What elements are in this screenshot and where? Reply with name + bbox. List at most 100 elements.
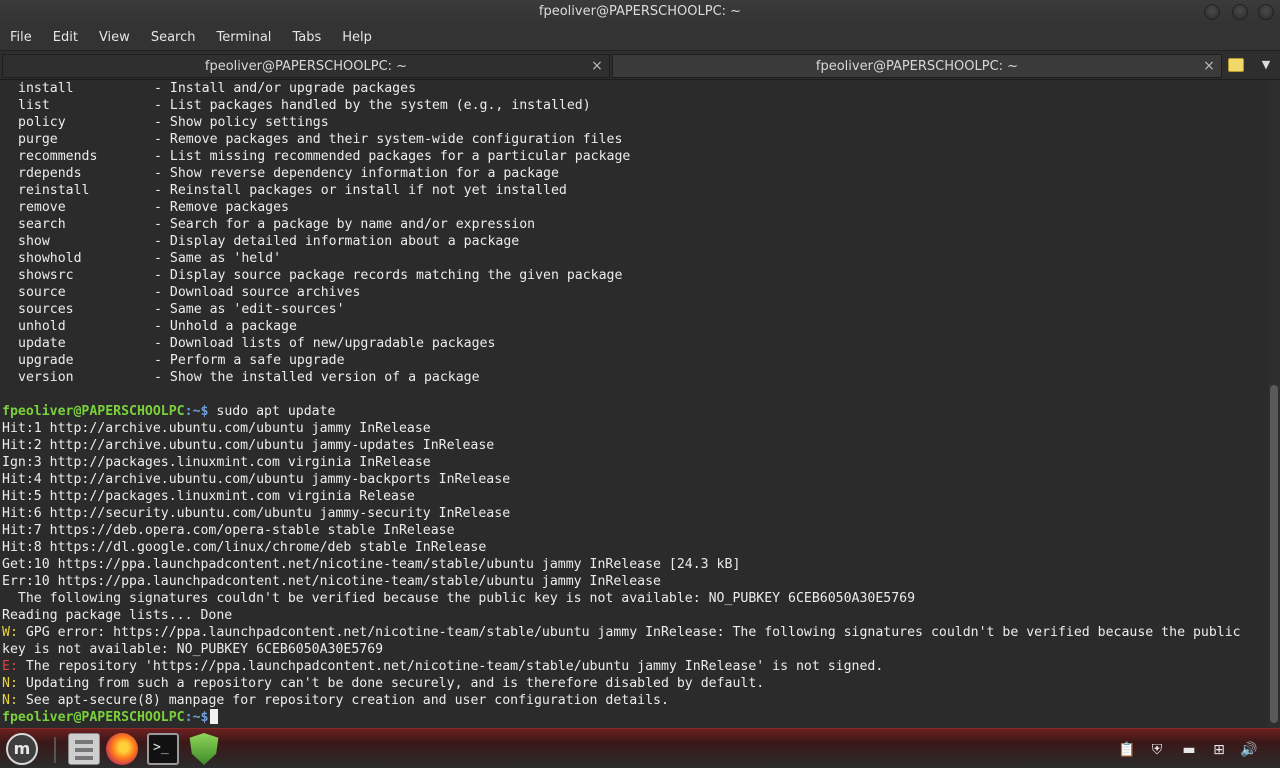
terminal-icon[interactable]: >_	[147, 733, 179, 765]
output-line: The following signatures couldn't be ver…	[2, 591, 916, 606]
cmd-name: showsrc	[18, 268, 74, 283]
error-line: E: The repository 'https://ppa.launchpad…	[2, 658, 883, 675]
tab-list-dropdown-icon[interactable]: ▼	[1258, 58, 1274, 74]
cmd-desc: - Show reverse dependency information fo…	[154, 166, 559, 181]
warning-line: W: GPG error: https://ppa.launchpadconte…	[2, 624, 1241, 641]
terminal-scrollbar[interactable]	[1268, 80, 1280, 728]
cmd-desc: - List missing recommended packages for …	[154, 149, 631, 164]
cmd-desc: - Same as 'edit-sources'	[154, 302, 345, 317]
cmd-desc: - Download lists of new/upgradable packa…	[154, 336, 496, 351]
menu-file[interactable]: File	[10, 30, 32, 45]
tab-close-icon[interactable]: ×	[1201, 58, 1217, 74]
keyboard-icon[interactable]: ▬	[1180, 741, 1198, 759]
output-line: Hit:1 http://archive.ubuntu.com/ubuntu j…	[2, 421, 431, 436]
tab-close-icon[interactable]: ×	[589, 58, 605, 74]
notice-text: See apt-secure(8) manpage for repository…	[17, 693, 669, 708]
output-line: Hit:6 http://security.ubuntu.com/ubuntu …	[2, 506, 511, 521]
tab-label: fpeoliver@PAPERSCHOOLPC: ~	[815, 58, 1019, 74]
volume-icon[interactable]: 🔊	[1240, 741, 1258, 759]
cmd-desc: - Search for a package by name and/or ex…	[154, 217, 536, 232]
notice-text: Updating from such a repository can't be…	[17, 676, 765, 691]
cmd-name: source	[18, 285, 66, 300]
cmd-desc: - Reinstall packages or install if not y…	[154, 183, 567, 198]
output-line: Hit:7 https://deb.opera.com/opera-stable…	[2, 523, 455, 538]
cmd-desc: - Show the installed version of a packag…	[154, 370, 480, 385]
window-titlebar[interactable]: fpeoliver@PAPERSCHOOLPC: ~	[0, 0, 1280, 24]
cmd-name: list	[18, 98, 50, 113]
update-manager-shield-icon[interactable]	[189, 733, 219, 765]
prompt-path: :~$	[184, 710, 209, 725]
linux-mint-menu-icon[interactable]: m	[6, 733, 38, 765]
window-title: fpeoliver@PAPERSCHOOLPC: ~	[538, 4, 742, 19]
cmd-name: recommends	[18, 149, 98, 164]
cmd-desc: - Install and/or upgrade packages	[154, 81, 417, 96]
firefox-icon[interactable]	[106, 733, 138, 765]
cmd-desc: - Remove packages and their system-wide …	[154, 132, 623, 147]
maximize-button[interactable]	[1232, 4, 1248, 20]
cmd-desc: - Show policy settings	[154, 115, 329, 130]
output-line: Hit:8 https://dl.google.com/linux/chrome…	[2, 540, 487, 555]
cmd-name: purge	[18, 132, 58, 147]
cmd-name: sources	[18, 302, 74, 317]
cmd-name: version	[18, 370, 74, 385]
tab-bar: fpeoliver@PAPERSCHOOLPC: ~ × fpeoliver@P…	[0, 50, 1280, 80]
notice-line: N: Updating from such a repository can't…	[2, 675, 764, 692]
cmd-desc: - Perform a safe upgrade	[154, 353, 345, 368]
menu-tabs[interactable]: Tabs	[292, 30, 321, 45]
prompt-user: fpeoliver@PAPERSCHOOLPC	[2, 710, 185, 725]
command-text: sudo apt update	[208, 404, 336, 419]
output-line: Hit:5 http://packages.linuxmint.com virg…	[2, 489, 415, 504]
new-tab-icon[interactable]	[1228, 58, 1244, 72]
cmd-name: show	[18, 234, 50, 249]
menu-edit[interactable]: Edit	[53, 30, 78, 45]
terminal-output[interactable]: install - Install and/or upgrade packages…	[0, 80, 1268, 728]
output-line: Hit:4 http://archive.ubuntu.com/ubuntu j…	[2, 472, 511, 487]
minimize-button[interactable]	[1204, 4, 1220, 20]
cmd-name: showhold	[18, 251, 82, 266]
cmd-name: policy	[18, 115, 66, 130]
files-icon[interactable]	[68, 733, 100, 765]
taskbar: m >_ 📋 ⛨ ▬ ⊞ 🔊	[0, 728, 1280, 768]
taskbar-separator	[54, 737, 56, 763]
cmd-desc: - List packages handled by the system (e…	[154, 98, 591, 113]
warning-text: GPG error: https://ppa.launchpadcontent.…	[17, 625, 1241, 640]
warning-prefix: W:	[2, 625, 18, 640]
output-line: Hit:2 http://archive.ubuntu.com/ubuntu j…	[2, 438, 495, 453]
menu-help[interactable]: Help	[342, 30, 372, 45]
scrollbar-thumb[interactable]	[1270, 385, 1278, 723]
cmd-name: install	[18, 81, 74, 96]
prompt-line: fpeoliver@PAPERSCHOOLPC:~$ sudo apt upda…	[2, 403, 336, 420]
tab-terminal-1[interactable]: fpeoliver@PAPERSCHOOLPC: ~ ×	[2, 54, 610, 78]
prompt-line[interactable]: fpeoliver@PAPERSCHOOLPC:~$	[2, 709, 219, 726]
output-line: Ign:3 http://packages.linuxmint.com virg…	[2, 455, 431, 470]
menu-terminal[interactable]: Terminal	[216, 30, 271, 45]
cmd-name: unhold	[18, 319, 66, 334]
error-text: The repository 'https://ppa.launchpadcon…	[17, 659, 884, 674]
cmd-name: search	[18, 217, 66, 232]
error-prefix: E:	[2, 659, 18, 674]
close-button[interactable]	[1258, 4, 1274, 20]
cmd-desc: - Remove packages	[154, 200, 289, 215]
tab-label: fpeoliver@PAPERSCHOOLPC: ~	[204, 58, 408, 74]
menu-bar: File Edit View Search Terminal Tabs Help	[0, 24, 1280, 50]
cmd-name: reinstall	[18, 183, 90, 198]
cmd-name: remove	[18, 200, 66, 215]
cmd-desc: - Same as 'held'	[154, 251, 282, 266]
prompt-user: fpeoliver@PAPERSCHOOLPC	[2, 404, 185, 419]
cmd-name: update	[18, 336, 66, 351]
shield-icon[interactable]: ⛨	[1148, 741, 1166, 759]
cmd-name: rdepends	[18, 166, 82, 181]
warning-line: key is not available: NO_PUBKEY 6CEB6050…	[2, 642, 384, 657]
cmd-desc: - Unhold a package	[154, 319, 297, 334]
notice-prefix: N:	[2, 693, 18, 708]
cmd-desc: - Download source archives	[154, 285, 361, 300]
output-line: Get:10 https://ppa.launchpadcontent.net/…	[2, 557, 741, 572]
menu-view[interactable]: View	[99, 30, 130, 45]
prompt-path: :~$	[184, 404, 209, 419]
clipboard-icon[interactable]: 📋	[1118, 741, 1136, 759]
output-line: Err:10 https://ppa.launchpadcontent.net/…	[2, 574, 661, 589]
tab-terminal-2[interactable]: fpeoliver@PAPERSCHOOLPC: ~ ×	[612, 54, 1222, 78]
network-icon[interactable]: ⊞	[1210, 741, 1228, 759]
menu-search[interactable]: Search	[151, 30, 196, 45]
text-cursor	[210, 709, 219, 724]
